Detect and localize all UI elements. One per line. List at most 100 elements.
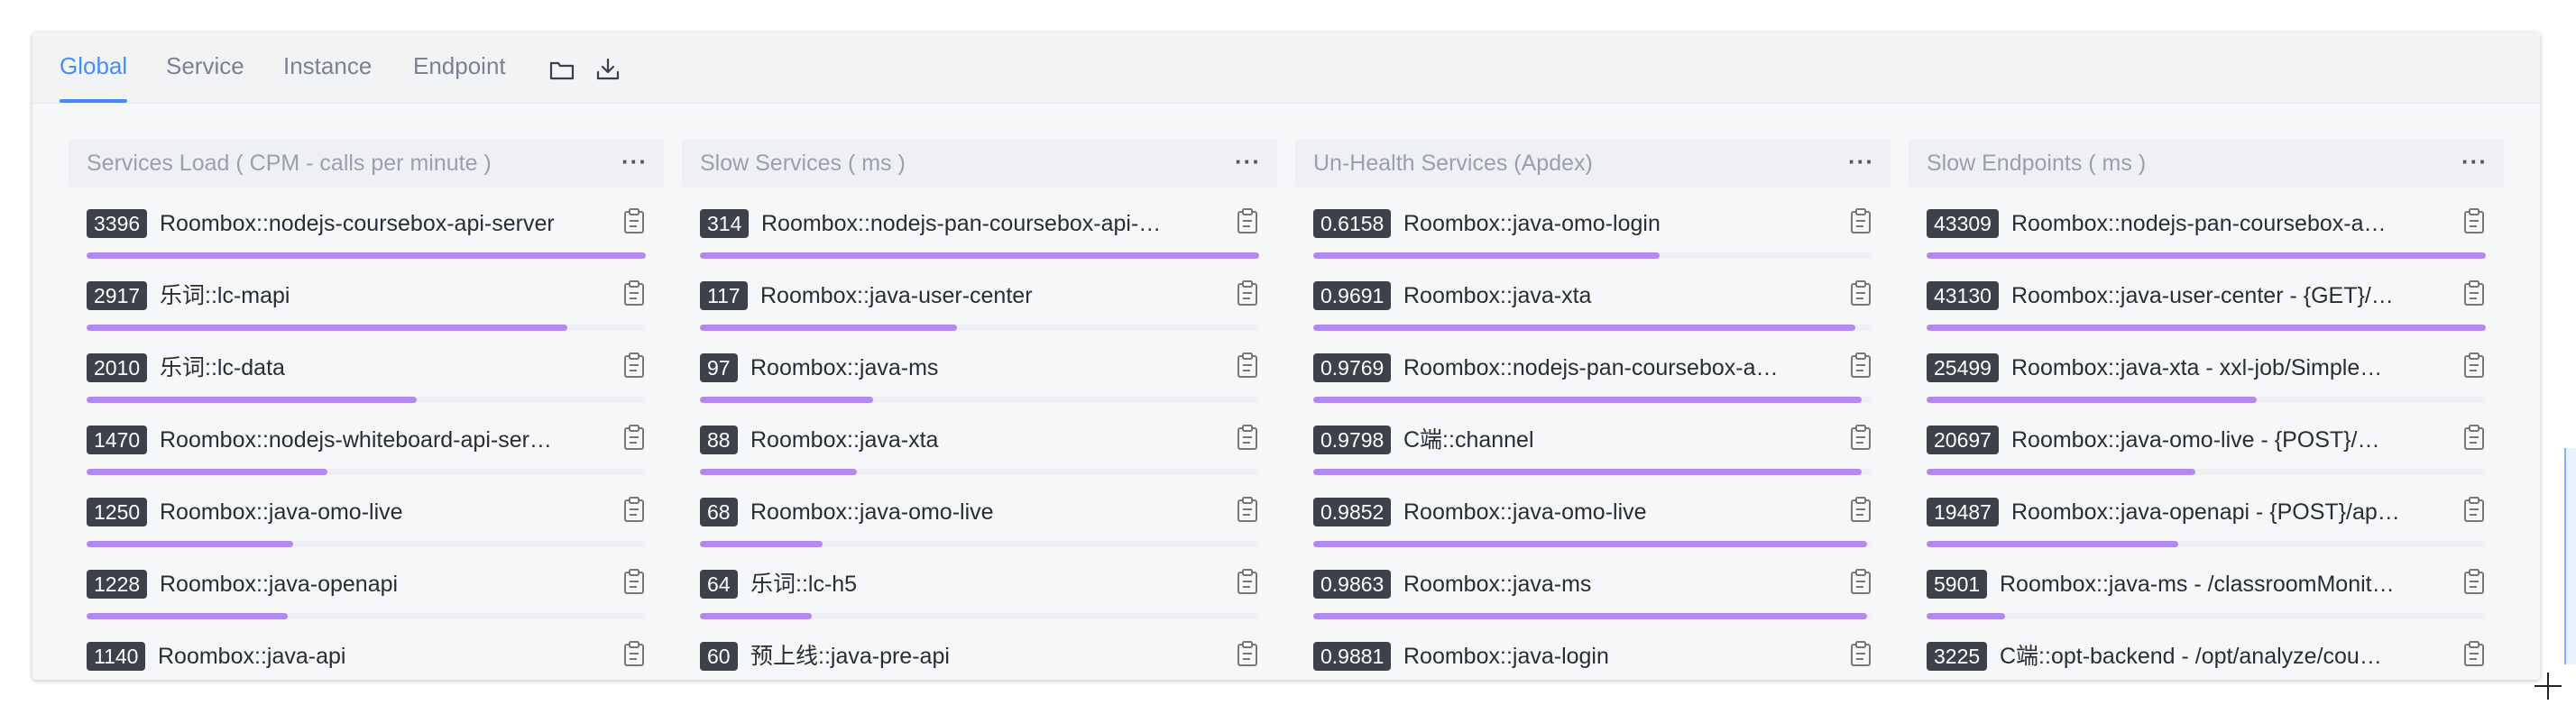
copy-clipboard-icon[interactable]: [1236, 352, 1259, 379]
item-label: Roombox::java-omo-live: [160, 499, 403, 525]
copy-clipboard-icon[interactable]: [1236, 496, 1259, 523]
list-item[interactable]: 1140 Roombox::java-api: [87, 626, 646, 680]
progress-track: [87, 613, 646, 619]
panel-header: Slow Services ( ms ) ···: [682, 139, 1277, 188]
list-item[interactable]: 97 Roombox::java-ms: [700, 337, 1259, 409]
list-item[interactable]: 0.9852 Roombox::java-omo-live: [1313, 481, 1872, 554]
value-badge: 97: [700, 353, 738, 382]
list-item[interactable]: 3396 Roombox::nodejs-coursebox-api-server: [87, 193, 646, 265]
item-label: Roombox::java-omo-login: [1403, 211, 1661, 236]
copy-clipboard-icon[interactable]: [1849, 568, 1872, 595]
list-item[interactable]: 0.9863 Roombox::java-ms: [1313, 554, 1872, 626]
list-item[interactable]: 60 预上线::java-pre-api: [700, 626, 1259, 680]
progress-track: [700, 469, 1259, 475]
tab-instance[interactable]: Instance: [283, 49, 372, 85]
value-badge: 1228: [87, 570, 148, 599]
list-item[interactable]: 88 Roombox::java-xta: [700, 409, 1259, 481]
copy-clipboard-icon[interactable]: [622, 640, 646, 667]
download-icon[interactable]: [594, 56, 621, 83]
item-label: Roombox::nodejs-pan-coursebox-a…: [1403, 355, 1779, 380]
slow-endpoints-panel: Slow Endpoints ( ms ) ···43309 Roombox::no…: [1909, 139, 2504, 680]
copy-clipboard-icon[interactable]: [1849, 640, 1872, 667]
copy-clipboard-icon[interactable]: [2462, 279, 2486, 307]
list-item[interactable]: 3225 C端::opt-backend - /opt/analyze/cou…: [1927, 626, 2486, 680]
list-item[interactable]: 5901 Roombox::java-ms - /classroomMonit…: [1927, 554, 2486, 626]
copy-clipboard-icon[interactable]: [622, 568, 646, 595]
progress-track: [1313, 397, 1872, 403]
progress-fill: [1313, 613, 1867, 619]
item-label: Roombox::java-login: [1403, 644, 1609, 669]
tab-endpoint[interactable]: Endpoint: [413, 49, 506, 85]
copy-clipboard-icon[interactable]: [2462, 424, 2486, 451]
copy-clipboard-icon[interactable]: [622, 352, 646, 379]
copy-clipboard-icon[interactable]: [622, 279, 646, 307]
copy-clipboard-icon[interactable]: [1236, 568, 1259, 595]
item-label: 预上线::java-pre-api: [750, 644, 950, 669]
list-item[interactable]: 25499 Roombox::java-xta - xxl-job/Simple…: [1927, 337, 2486, 409]
more-options-icon[interactable]: ···: [1235, 139, 1261, 184]
list-item[interactable]: 68 Roombox::java-omo-live: [700, 481, 1259, 554]
item-label: Roombox::java-openapi - {POST}/ap…: [2011, 499, 2400, 525]
copy-clipboard-icon[interactable]: [1849, 496, 1872, 523]
list-item[interactable]: 2917 乐词::lc-mapi: [87, 265, 646, 337]
tab-service[interactable]: Service: [166, 49, 244, 85]
item-label: Roombox::java-omo-live: [750, 499, 994, 525]
copy-clipboard-icon[interactable]: [1849, 207, 1872, 234]
value-badge: 0.9852: [1313, 498, 1392, 526]
list-item[interactable]: 0.9881 Roombox::java-login: [1313, 626, 1872, 680]
progress-track: [1927, 469, 2486, 475]
copy-clipboard-icon[interactable]: [1236, 424, 1259, 451]
list-item[interactable]: 0.9798 C端::channel: [1313, 409, 1872, 481]
crosshair-cursor-icon: [2535, 673, 2562, 700]
copy-clipboard-icon[interactable]: [2462, 352, 2486, 379]
copy-clipboard-icon[interactable]: [1236, 279, 1259, 307]
progress-track: [87, 325, 646, 331]
item-label: 乐词::lc-h5: [750, 572, 858, 597]
copy-clipboard-icon[interactable]: [1236, 640, 1259, 667]
value-badge: 314: [700, 209, 750, 238]
copy-clipboard-icon[interactable]: [622, 207, 646, 234]
panel-title: Slow Endpoints ( ms ): [1927, 151, 2147, 176]
copy-clipboard-icon[interactable]: [622, 424, 646, 451]
copy-clipboard-icon[interactable]: [1236, 207, 1259, 234]
list-item[interactable]: 314 Roombox::nodejs-pan-coursebox-api-…: [700, 193, 1259, 265]
list-item[interactable]: 20697 Roombox::java-omo-live - {POST}/…: [1927, 409, 2486, 481]
more-options-icon[interactable]: ···: [1848, 139, 1874, 184]
list-item[interactable]: 64 乐词::lc-h5: [700, 554, 1259, 626]
item-label: Roombox::java-api: [158, 644, 346, 669]
progress-fill: [1313, 325, 1855, 331]
progress-fill: [1927, 613, 2005, 619]
copy-clipboard-icon[interactable]: [2462, 568, 2486, 595]
list-item[interactable]: 117 Roombox::java-user-center: [700, 265, 1259, 337]
folder-icon[interactable]: [548, 56, 575, 83]
progress-track: [87, 397, 646, 403]
list-item[interactable]: 43309 Roombox::nodejs-pan-coursebox-a…: [1927, 193, 2486, 265]
panel-header: Un-Health Services (Apdex) ···: [1295, 139, 1891, 188]
copy-clipboard-icon[interactable]: [1849, 424, 1872, 451]
copy-clipboard-icon[interactable]: [2462, 496, 2486, 523]
list-item[interactable]: 1250 Roombox::java-omo-live: [87, 481, 646, 554]
copy-clipboard-icon[interactable]: [2462, 640, 2486, 667]
list-item[interactable]: 43130 Roombox::java-user-center - {GET}/…: [1927, 265, 2486, 337]
item-label: 乐词::lc-mapi: [160, 283, 290, 308]
copy-clipboard-icon[interactable]: [622, 496, 646, 523]
copy-clipboard-icon[interactable]: [1849, 279, 1872, 307]
more-options-icon[interactable]: ···: [2461, 139, 2488, 184]
list-item[interactable]: 1470 Roombox::nodejs-whiteboard-api-ser…: [87, 409, 646, 481]
tab-global[interactable]: Global: [60, 49, 128, 103]
copy-clipboard-icon[interactable]: [1849, 352, 1872, 379]
value-badge: 117: [700, 281, 748, 310]
list-item[interactable]: 1228 Roombox::java-openapi: [87, 554, 646, 626]
list-item[interactable]: 0.9769 Roombox::nodejs-pan-coursebox-a…: [1313, 337, 1872, 409]
list-item[interactable]: 2010 乐词::lc-data: [87, 337, 646, 409]
list-item[interactable]: 0.6158 Roombox::java-omo-login: [1313, 193, 1872, 265]
value-badge: 43309: [1927, 209, 1999, 238]
more-options-icon[interactable]: ···: [621, 139, 648, 184]
progress-fill: [1313, 541, 1867, 547]
copy-clipboard-icon[interactable]: [2462, 207, 2486, 234]
list-item[interactable]: 19487 Roombox::java-openapi - {POST}/ap…: [1927, 481, 2486, 554]
progress-fill: [87, 325, 567, 331]
progress-fill: [700, 541, 823, 547]
progress-fill: [1927, 252, 2486, 259]
list-item[interactable]: 0.9691 Roombox::java-xta: [1313, 265, 1872, 337]
